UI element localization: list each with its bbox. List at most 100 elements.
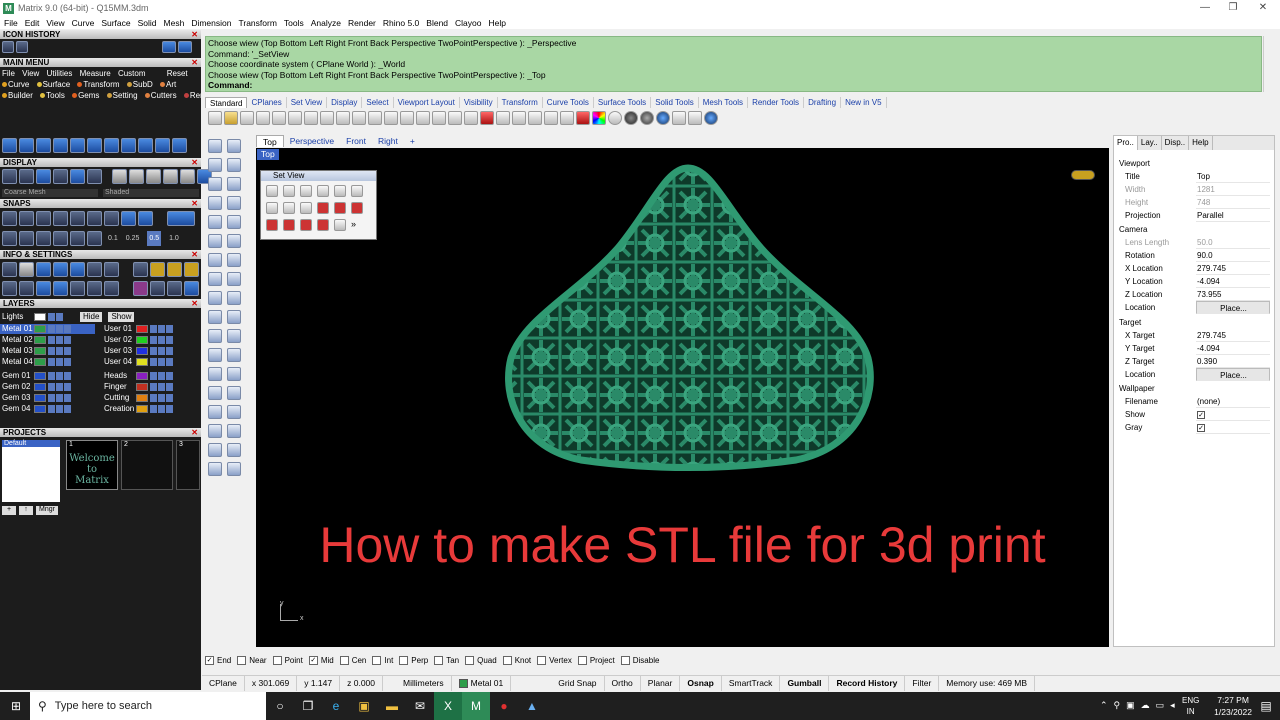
menu-tools[interactable]: Tools — [284, 18, 304, 28]
light-icon[interactable] — [544, 111, 558, 125]
restore-button[interactable]: ❐ — [1216, 0, 1250, 16]
osnap-end[interactable]: ✓ End — [205, 655, 231, 665]
osnap-mid[interactable]: ✓ Mid — [308, 655, 334, 665]
menu-clayoo[interactable]: Clayoo — [455, 18, 481, 28]
layer-row-metal-02[interactable]: Metal 02 — [0, 335, 72, 345]
zoom-icon[interactable] — [300, 202, 312, 214]
zoom-icon[interactable] — [283, 202, 295, 214]
mm-surface[interactable]: Surface — [43, 80, 71, 89]
curve-tool-icon[interactable] — [87, 138, 102, 153]
close-button[interactable]: ✕ — [1246, 0, 1280, 16]
viewport-tab-right[interactable]: Right — [372, 135, 404, 147]
snap-icon[interactable] — [70, 231, 85, 246]
mm-art[interactable]: Art — [166, 80, 176, 89]
osnap-checkbox[interactable] — [272, 655, 282, 665]
layer-color-swatch[interactable] — [136, 372, 148, 380]
zoom-extents-icon[interactable] — [416, 111, 430, 125]
select-icon[interactable] — [496, 111, 510, 125]
material-icon[interactable] — [576, 111, 590, 125]
tab-visibility[interactable]: Visibility — [460, 97, 498, 108]
osnap-toggle[interactable]: Osnap — [680, 675, 722, 691]
mm-custom[interactable]: Custom — [118, 69, 146, 78]
menu-file[interactable]: File — [4, 18, 18, 28]
grid-snap-toggle[interactable]: Grid Snap — [551, 675, 605, 691]
layer-color-swatch[interactable] — [34, 394, 46, 402]
display-icon[interactable] — [53, 169, 68, 184]
layer-row-user-01[interactable]: User 01 — [102, 324, 174, 334]
taskbar-search[interactable]: ⚲ Type here to search — [30, 692, 266, 720]
layer-color-swatch[interactable] — [136, 405, 148, 413]
close-icon[interactable]: ✕ — [191, 199, 198, 208]
cube-icon[interactable] — [36, 262, 51, 277]
menu-mesh[interactable]: Mesh — [164, 18, 185, 28]
show-button[interactable]: Show — [108, 312, 135, 322]
analyze-icon[interactable] — [208, 443, 222, 457]
display-icon[interactable] — [19, 169, 34, 184]
curve-tool-icon[interactable] — [155, 138, 170, 153]
record-history-toggle[interactable]: Record History — [829, 675, 906, 691]
sphere-icon[interactable] — [640, 111, 654, 125]
car-icon[interactable] — [266, 219, 278, 231]
boolean-icon[interactable] — [227, 329, 241, 343]
template-icon[interactable] — [272, 111, 286, 125]
layer-row-metal-01[interactable]: Metal 01 — [0, 324, 95, 334]
smarttrack-toggle[interactable]: SmartTrack — [722, 675, 781, 691]
tab-viewport-layout[interactable]: Viewport Layout — [394, 97, 460, 108]
osnap-checkbox[interactable] — [577, 655, 587, 665]
osnap-vertex[interactable]: Vertex — [537, 655, 572, 665]
new-file-icon[interactable] — [208, 111, 222, 125]
mm-curve[interactable]: Curve — [8, 80, 29, 89]
osnap-perp[interactable]: Perp — [399, 655, 428, 665]
menu-surface[interactable]: Surface — [101, 18, 130, 28]
array-icon[interactable] — [227, 386, 241, 400]
osnap-int[interactable]: Int — [372, 655, 393, 665]
x-target-field[interactable]: 279.745 — [1196, 329, 1270, 342]
osnap-checkbox[interactable] — [537, 655, 547, 665]
osnap-checkbox[interactable]: ✓ — [308, 655, 318, 665]
osnap-checkbox[interactable] — [372, 655, 382, 665]
mail-icon[interactable]: ✉ — [406, 692, 434, 720]
array-icon[interactable] — [208, 386, 222, 400]
tool-icon[interactable] — [227, 424, 241, 438]
tool-icon[interactable] — [227, 310, 241, 324]
circle-icon[interactable] — [227, 177, 241, 191]
project-default[interactable]: Default — [2, 440, 60, 447]
tab-curve-tools[interactable]: Curve Tools — [543, 97, 594, 108]
more-chevron-icon[interactable]: » — [351, 219, 356, 231]
osnap-checkbox[interactable]: ✓ — [205, 655, 214, 665]
line-icon[interactable] — [208, 158, 222, 172]
snap-icon[interactable] — [2, 231, 17, 246]
units-status[interactable]: Millimeters — [383, 675, 452, 691]
close-icon[interactable]: ✕ — [191, 299, 198, 308]
snap-icon[interactable] — [53, 211, 68, 226]
project-list[interactable]: Default — [2, 440, 60, 502]
layer-row-metal-03[interactable]: Metal 03 — [0, 346, 72, 356]
layer-row-gem-03[interactable]: Gem 03 — [0, 393, 72, 403]
close-icon[interactable]: ✕ — [191, 250, 198, 259]
layer-row-user-03[interactable]: User 03 — [102, 346, 174, 356]
tab-layers[interactable]: Lay.. — [1138, 136, 1162, 150]
snap-icon[interactable] — [36, 211, 51, 226]
layer-color-swatch[interactable] — [34, 325, 46, 333]
check-icon[interactable] — [227, 443, 241, 457]
info-icon[interactable] — [184, 262, 199, 277]
osnap-checkbox[interactable] — [620, 655, 630, 665]
mm-tools[interactable]: Tools — [46, 91, 65, 100]
arrow-left-icon[interactable] — [162, 41, 176, 53]
layer-color-swatch[interactable] — [34, 358, 46, 366]
task-view-icon[interactable]: ❐ — [294, 692, 322, 720]
display-icon[interactable] — [87, 169, 102, 184]
pencil-icon[interactable] — [672, 111, 686, 125]
paste-icon[interactable] — [320, 111, 334, 125]
snap-icon[interactable] — [138, 211, 153, 226]
mm-render[interactable]: Render — [190, 91, 201, 100]
sphere-icon[interactable] — [129, 169, 144, 184]
mm-cutters[interactable]: Cutters — [151, 91, 177, 100]
zoom-icon[interactable] — [351, 185, 363, 197]
tab-select[interactable]: Select — [362, 97, 394, 108]
pan-hand-icon[interactable] — [352, 111, 366, 125]
rotate-view-icon[interactable] — [448, 111, 462, 125]
viewport-tab-front[interactable]: Front — [340, 135, 372, 147]
osnap-checkbox[interactable] — [434, 655, 444, 665]
mm-subd[interactable]: SubD — [133, 80, 153, 89]
